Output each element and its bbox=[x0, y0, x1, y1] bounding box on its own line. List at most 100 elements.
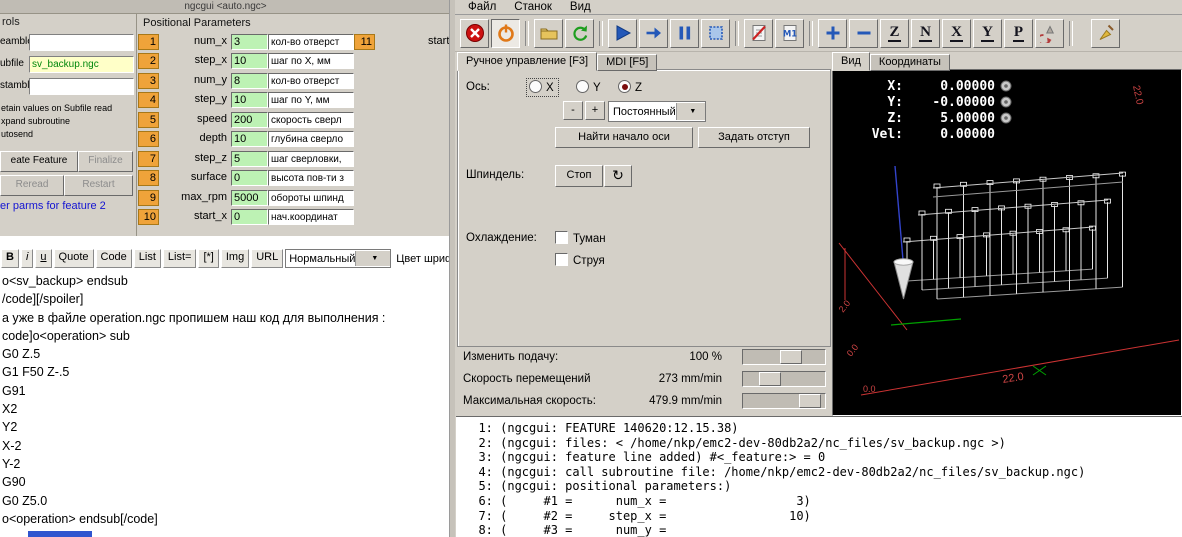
postamble-input[interactable] bbox=[29, 78, 134, 95]
menu-machine[interactable]: Станок bbox=[505, 0, 561, 14]
view-top-button[interactable]: Z bbox=[880, 18, 909, 48]
zoom-in-button[interactable] bbox=[818, 18, 847, 48]
text-style-select[interactable]: Нормальный ▼ bbox=[285, 249, 392, 268]
skip-lines-button[interactable] bbox=[744, 18, 773, 48]
tab-mdi[interactable]: MDI [F5] bbox=[597, 54, 658, 71]
param-value-input[interactable]: 0 bbox=[231, 170, 268, 187]
mist-checkbox[interactable]: Туман bbox=[555, 231, 606, 245]
ngcgui-window-titlebar[interactable]: ngcgui <auto.ngc> bbox=[0, 0, 451, 14]
retain-values-checkbox-label[interactable]: etain values on Subfile read bbox=[1, 103, 135, 113]
italic-button[interactable]: i bbox=[20, 249, 34, 268]
list-eq-button[interactable]: List= bbox=[162, 249, 197, 268]
slider-handle[interactable] bbox=[780, 350, 802, 364]
max-velocity-row: Максимальная скорость: 479.9 mm/min bbox=[457, 391, 829, 411]
param-value-input[interactable]: 0 bbox=[231, 209, 268, 226]
tab-manual-control[interactable]: Ручное управление [F3] bbox=[457, 52, 598, 71]
view-rotated-top-button[interactable]: N bbox=[911, 18, 940, 48]
radio-axis-y[interactable]: Y bbox=[576, 80, 601, 94]
tab-dro[interactable]: Координаты bbox=[869, 54, 950, 71]
machine-power-button[interactable] bbox=[491, 18, 520, 48]
param-desc: кол-во отверст bbox=[268, 72, 354, 89]
expand-subroutine-checkbox-label[interactable]: xpand subroutine bbox=[1, 116, 135, 126]
origin-label: 0.0 bbox=[845, 342, 861, 358]
slider-handle[interactable] bbox=[759, 372, 781, 386]
dro-readout: X: 0.00000 Y: -0.00000 Z: 5.00000 Vel: 0… bbox=[861, 78, 1012, 142]
slider-handle[interactable] bbox=[799, 394, 821, 408]
img-button[interactable]: Img bbox=[220, 249, 250, 268]
stop-square-icon bbox=[708, 26, 723, 40]
optional-stop-icon: M1 bbox=[782, 25, 797, 41]
view-front-button[interactable]: Y bbox=[973, 18, 1002, 48]
param-value-input[interactable]: 200 bbox=[231, 111, 268, 128]
code-button[interactable]: Code bbox=[95, 249, 132, 268]
param-row: 9 max_rpm 5000 обороты шпинд bbox=[137, 188, 451, 208]
jog-increment-select[interactable]: Постоянный ▼ bbox=[608, 101, 706, 122]
list-item-button[interactable]: [*] bbox=[198, 249, 219, 268]
estop-button[interactable] bbox=[460, 18, 489, 48]
backplot-3d-view[interactable]: 22.0 22.0 2.0 0.0 0.0 X: 0.00000 Y: -0.0… bbox=[832, 69, 1182, 416]
toolbar-separator bbox=[735, 20, 739, 46]
clear-plot-button[interactable] bbox=[1091, 18, 1120, 48]
quote-button[interactable]: Quote bbox=[53, 249, 94, 268]
param-value-input[interactable]: 10 bbox=[231, 53, 268, 70]
step-button[interactable] bbox=[639, 18, 668, 48]
rotate-view-button[interactable] bbox=[1035, 18, 1064, 48]
param-desc: нач.координат bbox=[268, 209, 354, 226]
underline-button[interactable]: u bbox=[35, 249, 52, 268]
url-button[interactable]: URL bbox=[251, 249, 284, 268]
gcode-line: 4: (ngcgui: call subroutine file: /home/… bbox=[464, 464, 1086, 479]
list-button[interactable]: List bbox=[133, 249, 161, 268]
param-value-input[interactable]: 10 bbox=[231, 92, 268, 109]
gcode-listing[interactable]: 1: (ngcgui: FEATURE 140620:12.15.38) 2: … bbox=[456, 416, 1182, 537]
dro-vel-value: 0.00000 bbox=[940, 126, 995, 142]
touch-off-button[interactable]: Задать отступ bbox=[698, 127, 810, 148]
radio-axis-x[interactable]: X bbox=[526, 78, 559, 97]
tab-preview[interactable]: Вид bbox=[832, 52, 870, 71]
reload-file-button[interactable] bbox=[565, 18, 594, 48]
forum-line: /code][/spoiler] bbox=[2, 292, 84, 307]
param-value-input[interactable]: 10 bbox=[231, 131, 268, 148]
bold-button[interactable]: B bbox=[1, 249, 19, 268]
param-name: surface bbox=[190, 171, 227, 184]
subfile-input[interactable]: sv_backup.ngc bbox=[29, 56, 134, 73]
flood-label: Струя bbox=[573, 255, 605, 267]
open-file-button[interactable] bbox=[534, 18, 563, 48]
param-value-input[interactable]: 3 bbox=[231, 33, 268, 50]
preamble-input[interactable] bbox=[29, 34, 134, 51]
run-program-button[interactable] bbox=[608, 18, 637, 48]
param-value-input[interactable]: 5 bbox=[231, 150, 268, 167]
radio-axis-z[interactable]: Z bbox=[618, 80, 642, 94]
param-value-input[interactable]: 5000 bbox=[231, 189, 268, 206]
flood-checkbox[interactable]: Струя bbox=[555, 253, 605, 267]
param-name: step_z bbox=[194, 151, 227, 164]
home-axis-button[interactable]: Найти начало оси bbox=[555, 127, 693, 148]
stop-button[interactable] bbox=[701, 18, 730, 48]
play-icon bbox=[616, 25, 631, 41]
jog-plus-button[interactable]: + bbox=[585, 101, 605, 120]
autosend-checkbox-label[interactable]: utosend bbox=[1, 129, 135, 139]
feed-override-slider[interactable] bbox=[742, 349, 826, 365]
menu-file[interactable]: Файл bbox=[459, 0, 505, 14]
finalize-button[interactable]: Finalize bbox=[78, 151, 133, 172]
restart-button[interactable]: Restart bbox=[64, 175, 133, 196]
right-tab-bar: Вид Координаты bbox=[832, 52, 950, 71]
spindle-turn-button[interactable]: ↻ bbox=[604, 165, 632, 187]
param-desc: обороты шпинд bbox=[268, 189, 354, 206]
feature-parms-status-link[interactable]: er parms for feature 2 bbox=[0, 200, 135, 212]
max-velocity-slider[interactable] bbox=[742, 393, 826, 409]
optional-stop-button[interactable]: M1 bbox=[775, 18, 804, 48]
browser-region: ngcgui <auto.ngc> rols eamble ubfile sv_… bbox=[0, 0, 456, 537]
view-side-button[interactable]: X bbox=[942, 18, 971, 48]
view-perspective-button[interactable]: P bbox=[1004, 18, 1033, 48]
pause-button[interactable] bbox=[670, 18, 699, 48]
zoom-out-button[interactable] bbox=[849, 18, 878, 48]
menu-view[interactable]: Вид bbox=[561, 0, 600, 14]
letter-x-icon: X bbox=[950, 23, 963, 42]
param-row: 6 depth 10 глубина сверло bbox=[137, 130, 451, 150]
jog-minus-button[interactable]: - bbox=[563, 101, 583, 120]
create-feature-button[interactable]: eate Feature bbox=[0, 151, 78, 172]
param-value-input[interactable]: 8 bbox=[231, 72, 268, 89]
jog-speed-slider[interactable] bbox=[742, 371, 826, 387]
reread-button[interactable]: Reread bbox=[0, 175, 64, 196]
spindle-stop-button[interactable]: Стоп bbox=[555, 165, 603, 187]
